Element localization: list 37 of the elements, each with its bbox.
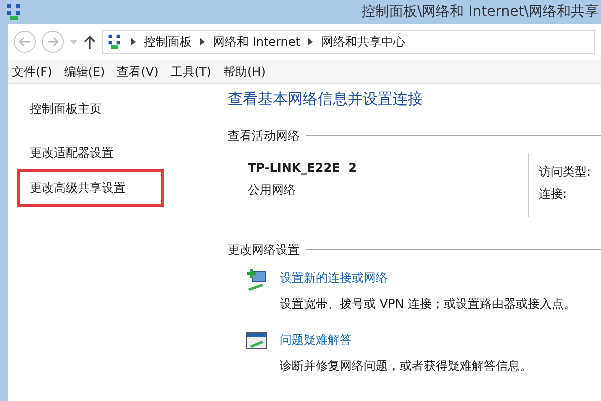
section-title: 更改网络设置 bbox=[228, 242, 300, 258]
back-button[interactable] bbox=[14, 31, 36, 53]
menu-item[interactable]: 文件(F) bbox=[12, 62, 52, 80]
task-description: 诊断并修复网络问题，或者获得疑难解答信息。 bbox=[280, 358, 532, 374]
task-link[interactable]: 设置新的连接或网络 bbox=[280, 268, 576, 286]
field-label: 连接: bbox=[539, 186, 568, 202]
section-title: 查看活动网络 bbox=[228, 128, 300, 144]
network-icon bbox=[107, 34, 123, 50]
forward-button[interactable] bbox=[42, 31, 64, 53]
menu-item[interactable]: 工具(T) bbox=[170, 62, 212, 80]
chevron-icon[interactable] bbox=[131, 38, 136, 46]
breadcrumb[interactable]: 网络和共享中心 bbox=[321, 33, 406, 51]
sidebar-link[interactable]: 控制面板主页 bbox=[22, 96, 110, 122]
menu-item[interactable]: 帮助(H) bbox=[224, 62, 266, 80]
breadcrumb[interactable]: 控制面板 bbox=[144, 33, 192, 51]
task-description: 设置宽带、拨号或 VPN 连接；或设置路由器或接入点。 bbox=[280, 296, 576, 312]
troubleshoot-icon bbox=[246, 330, 268, 352]
back-arrow-icon[interactable] bbox=[19, 37, 31, 47]
address-bar[interactable]: 控制面板 网络和 Internet 网络和共享中心 bbox=[102, 30, 595, 54]
chevron-icon[interactable] bbox=[200, 38, 205, 46]
field-label: 访问类型: bbox=[539, 164, 592, 180]
sidebar-link[interactable]: 更改适配器设置 bbox=[22, 140, 122, 166]
task-link[interactable]: 问题疑难解答 bbox=[280, 330, 532, 348]
up-arrow-icon[interactable] bbox=[84, 35, 96, 49]
menu-item[interactable]: 查看(V) bbox=[117, 62, 159, 80]
network-icon bbox=[6, 3, 22, 21]
window-title: 控制面板\网络和 Internet\网络和共享 bbox=[362, 2, 600, 22]
menu-item[interactable]: 编辑(E) bbox=[64, 62, 106, 80]
network-add-icon bbox=[246, 268, 268, 290]
forward-arrow-icon[interactable] bbox=[47, 37, 59, 47]
sidebar-link[interactable]: 更改高级共享设置 bbox=[20, 172, 161, 204]
network-type: 公用网络 bbox=[248, 182, 297, 198]
caret-icon[interactable] bbox=[70, 40, 78, 44]
page-heading: 查看基本网络信息并设置连接 bbox=[228, 89, 424, 110]
breadcrumb[interactable]: 网络和 Internet bbox=[213, 33, 300, 51]
network-name: TP-LINK_E22E 2 bbox=[248, 160, 358, 176]
chevron-icon[interactable] bbox=[308, 38, 314, 46]
